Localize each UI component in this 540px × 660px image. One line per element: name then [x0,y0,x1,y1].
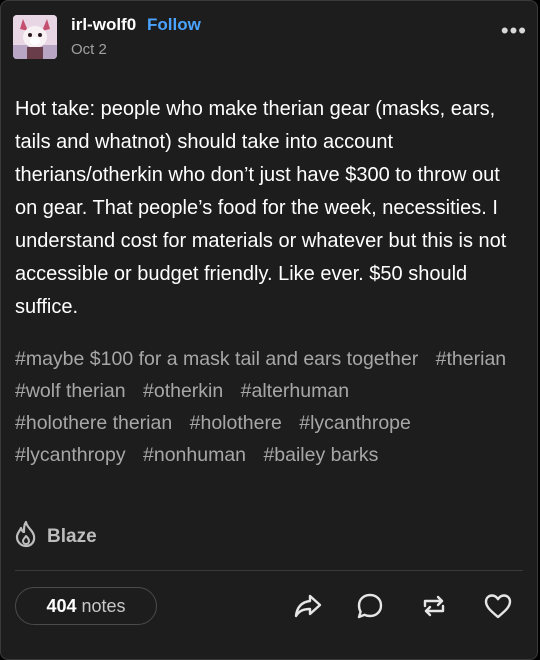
tag[interactable]: #bailey barks [263,444,378,466]
follow-button[interactable]: Follow [147,15,201,35]
post-header: irl-wolf0 Follow Oct 2 ••• [13,13,527,61]
tag-list: #maybe $100 for a mask tail and ears tog… [15,343,520,471]
tag[interactable]: #holothere therian [15,412,172,434]
tag[interactable]: #nonhuman [143,444,246,466]
notes-label: notes [81,595,126,616]
flame-icon [13,520,39,553]
post-body: Hot take: people who make therian gear (… [15,98,507,318]
share-icon[interactable] [293,591,323,621]
avatar[interactable] [13,15,57,59]
avatar-image [13,15,57,59]
tag[interactable]: #holothere [190,412,282,434]
tag[interactable]: #lycanthropy [15,444,126,466]
tag[interactable]: #therian [436,348,506,370]
heart-icon[interactable] [483,591,513,621]
tag[interactable]: #maybe $100 for a mask tail and ears tog… [15,348,418,370]
divider [15,570,523,571]
tag[interactable]: #alterhuman [241,380,349,402]
notes-count: 404 [46,595,77,616]
notes-button[interactable]: 404 notes [15,587,157,625]
blaze-button[interactable]: Blaze [13,520,97,553]
tag[interactable]: #lycanthrope [299,412,411,434]
post-card: irl-wolf0 Follow Oct 2 ••• Hot take: peo… [0,0,538,660]
author-name[interactable]: irl-wolf0 [71,15,136,35]
reblog-icon[interactable] [419,591,449,621]
reply-icon[interactable] [355,591,385,621]
more-options-icon[interactable]: ••• [501,20,527,42]
blaze-label: Blaze [47,525,97,547]
post-date[interactable]: Oct 2 [71,41,107,58]
tag[interactable]: #otherkin [143,380,223,402]
tag[interactable]: #wolf therian [15,380,126,402]
